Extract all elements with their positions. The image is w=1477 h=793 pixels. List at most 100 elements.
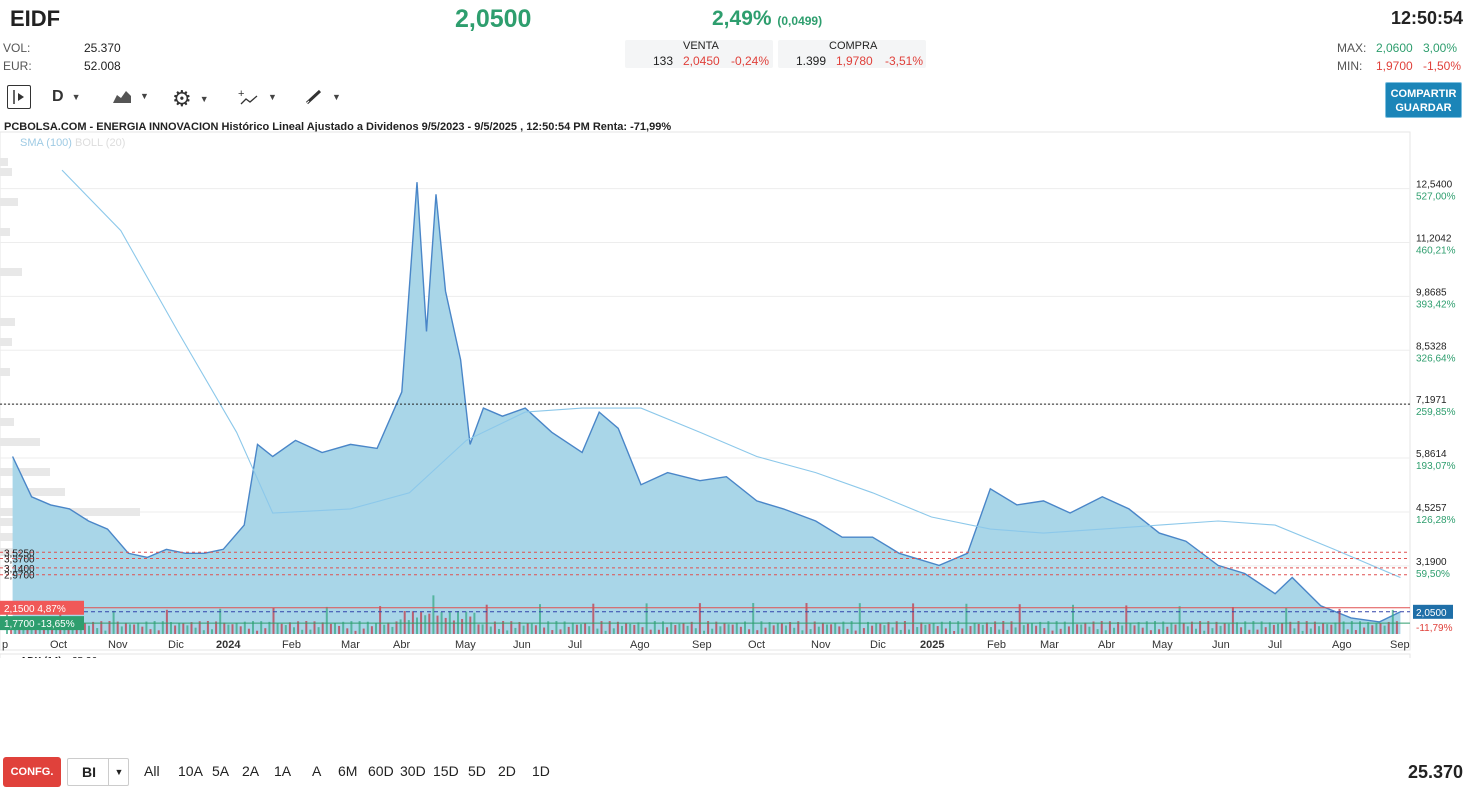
volume-profile-bar-8 <box>0 418 14 426</box>
chevron-down-icon: ▼ <box>140 91 149 101</box>
volume-bar <box>522 625 525 634</box>
range-button-30d[interactable]: 30D <box>400 763 426 779</box>
volume-bar <box>723 622 726 634</box>
volume-bar <box>256 630 259 634</box>
pencil-icon <box>305 89 322 105</box>
volume-bar <box>1387 621 1390 634</box>
period-selector[interactable]: D ▼ <box>52 88 80 106</box>
volume-bar <box>1277 623 1279 634</box>
volume-bar <box>862 628 865 634</box>
volume-bar <box>838 626 841 634</box>
range-button-2d[interactable]: 2D <box>498 763 516 779</box>
range-button-6m[interactable]: 6M <box>338 763 357 779</box>
band-high-label: 2,1500 4,87% <box>4 604 66 615</box>
volume-bar <box>1231 607 1234 634</box>
volume-bar <box>871 625 874 634</box>
volume-bar <box>1178 606 1181 634</box>
config-button[interactable]: CONFG. <box>3 757 61 787</box>
volume-bar <box>551 630 554 634</box>
y-tick-pct-1: 460,21% <box>1416 246 1456 257</box>
volume-bar <box>567 626 570 634</box>
range-button-60d[interactable]: 60D <box>368 763 394 779</box>
range-button-a[interactable]: A <box>312 763 321 779</box>
x-tick-label-6: Mar <box>341 639 360 651</box>
volume-bar <box>731 624 734 634</box>
mode-selector[interactable]: BI ▼ <box>67 758 129 786</box>
volume-bar <box>1256 629 1259 634</box>
volume-bar <box>1354 630 1357 634</box>
x-tick-label-17: Feb <box>987 639 1006 651</box>
buy-label: COMPRA <box>829 40 878 52</box>
y-tick-label-1: 11,2042 <box>1416 234 1452 245</box>
volume-bar <box>1059 628 1062 634</box>
x-tick-label-23: Ago <box>1332 639 1352 651</box>
volume-bar <box>157 630 160 634</box>
volume-bar <box>621 625 623 634</box>
volume-bar <box>1322 622 1325 634</box>
x-tick-label-10: Jul <box>568 639 582 651</box>
volume-bar <box>1072 604 1074 634</box>
volume-bar <box>424 615 427 634</box>
chart-type-selector[interactable]: ▼ <box>112 88 149 104</box>
eur-value: 52.008 <box>84 59 121 73</box>
range-button-2a[interactable]: 2A <box>242 763 259 779</box>
range-button-15d[interactable]: 15D <box>433 763 459 779</box>
volume-bar <box>1035 625 1038 634</box>
volume-bar <box>186 625 189 634</box>
y-tick-pct-6: 126,28% <box>1416 515 1456 526</box>
volume-bar <box>1170 622 1173 634</box>
volume-bar <box>637 622 640 634</box>
x-tick-label-15: Dic <box>870 639 886 651</box>
volume-bar <box>875 623 878 634</box>
share-save-button[interactable]: COMPARTIR GUARDAR <box>1385 82 1462 118</box>
period-label: D <box>52 88 64 105</box>
level-label-3: 2,9700 <box>4 571 35 582</box>
range-button-1d[interactable]: 1D <box>532 763 550 779</box>
drawing-selector[interactable]: ▼ <box>304 88 341 106</box>
panel-toggle-button[interactable] <box>7 85 31 109</box>
volume-bar <box>1240 627 1243 634</box>
x-tick-label-21: Jun <box>1212 639 1230 651</box>
price-area <box>12 182 1401 634</box>
volume-bar <box>264 628 267 634</box>
volume-profile-bar-7 <box>0 368 10 376</box>
range-button-1a[interactable]: 1A <box>274 763 291 779</box>
volume-bar <box>334 623 336 634</box>
svg-text:+: + <box>238 88 244 100</box>
indicators-selector[interactable]: + ▼ <box>238 88 277 106</box>
volume-bar <box>379 606 382 634</box>
y-tick-label-5: 5,8614 <box>1416 449 1447 460</box>
volume-bar <box>457 611 459 634</box>
volume-bar <box>375 622 377 634</box>
volume-bar <box>235 622 238 634</box>
y-tick-pct-4: 259,85% <box>1416 407 1456 418</box>
volume-bar <box>1318 626 1320 634</box>
volume-bar <box>735 622 738 634</box>
volume-bar <box>1227 623 1230 634</box>
volume-bar <box>1031 623 1033 634</box>
settings-selector[interactable]: ⚙ ▼ <box>172 86 209 112</box>
range-button-10a[interactable]: 10A <box>178 763 203 779</box>
volume-bar <box>920 622 923 634</box>
volume-bar <box>801 630 804 634</box>
range-button-all[interactable]: All <box>144 763 160 779</box>
volume-bar <box>137 622 140 634</box>
volume-bar <box>301 629 304 634</box>
adx-frame <box>0 653 1411 658</box>
volume-bar <box>461 618 464 634</box>
volume-bar <box>936 626 939 634</box>
range-button-5d[interactable]: 5D <box>468 763 486 779</box>
volume-bar <box>821 622 824 634</box>
volume-bar <box>649 629 652 634</box>
price-chart[interactable]: 3,52503,37003,14002,97002,1500 4,87%1,77… <box>0 118 1477 658</box>
range-button-5a[interactable]: 5A <box>212 763 229 779</box>
volume-bar <box>1236 622 1238 634</box>
x-tick-label-0: p <box>2 639 8 651</box>
volume-bar <box>452 620 455 634</box>
x-tick-label-8: May <box>455 639 476 651</box>
volume-bar <box>317 627 320 634</box>
x-tick-label-12: Sep <box>692 639 712 651</box>
volume-bar <box>1096 629 1099 634</box>
last-price: 2,0500 <box>455 5 532 33</box>
volume-bar <box>1104 630 1107 634</box>
